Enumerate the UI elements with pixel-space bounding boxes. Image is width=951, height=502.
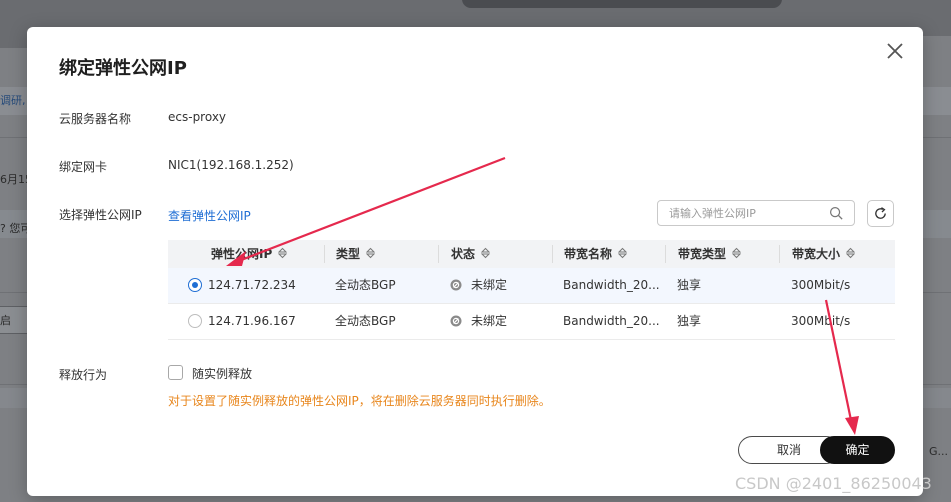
eip-table: 弹性公网IP 类型 状态 带宽名称 带宽类型 带宽大小 124.71.72.23…: [168, 240, 895, 340]
cell-type: 全动态BGP: [335, 278, 396, 292]
bind-eip-dialog: 绑定弹性公网IP 云服务器名称 ecs-proxy 绑定网卡 NIC1(192.…: [27, 27, 923, 496]
eip-search-box[interactable]: [657, 200, 855, 226]
sort-icon[interactable]: [365, 241, 376, 269]
background-icon: [920, 36, 951, 58]
column-header-ip[interactable]: 弹性公网IP: [211, 240, 288, 269]
nic-label: 绑定网卡: [59, 160, 108, 174]
confirm-button[interactable]: 确定: [820, 436, 895, 464]
cell-ip: 124.71.96.167: [208, 314, 296, 328]
server-name-value: ecs-proxy: [168, 110, 227, 124]
cell-status: 未绑定: [471, 278, 508, 292]
cell-bandwidth-name: Bandwidth_20...: [563, 314, 660, 328]
cell-type: 全动态BGP: [335, 314, 396, 328]
sort-icon[interactable]: [278, 241, 288, 269]
column-header-label: 状态: [451, 247, 476, 261]
cell-ip: 124.71.72.234: [208, 278, 296, 292]
column-header-bandwidth-type[interactable]: 带宽类型: [678, 240, 742, 269]
cell-status: 未绑定: [471, 314, 508, 328]
table-row[interactable]: 124.71.96.167 全动态BGP 未绑定 Bandwidth_20...…: [168, 304, 895, 340]
sort-icon[interactable]: [731, 241, 742, 269]
cell-bandwidth-size: 300Mbit/s: [791, 314, 851, 328]
eip-search-input[interactable]: [669, 205, 819, 221]
release-with-instance-checkbox[interactable]: [168, 365, 183, 380]
column-separator: [665, 245, 666, 263]
view-eip-link[interactable]: 查看弹性公网IP: [168, 207, 251, 224]
column-header-label: 带宽大小: [792, 247, 841, 261]
background-text-1: 调研,: [0, 94, 26, 107]
sort-icon[interactable]: [617, 241, 628, 269]
nic-value: NIC1(192.168.1.252): [168, 158, 294, 172]
column-separator: [324, 245, 325, 263]
background-text-5: G...: [929, 445, 949, 458]
column-header-type[interactable]: 类型: [336, 240, 376, 269]
search-icon[interactable]: [829, 206, 844, 221]
release-with-instance-label[interactable]: 随实例释放: [192, 365, 252, 382]
column-header-status[interactable]: 状态: [451, 240, 491, 269]
cell-bandwidth-name: Bandwidth_20...: [563, 278, 660, 292]
column-separator: [438, 245, 439, 263]
column-header-label: 带宽名称: [564, 247, 613, 261]
sort-icon[interactable]: [845, 241, 856, 269]
background-search-pill: [462, 0, 782, 8]
unbound-status-icon: [450, 279, 462, 291]
refresh-button[interactable]: [867, 200, 894, 227]
column-separator: [552, 245, 553, 263]
column-header-label: 类型: [336, 247, 361, 261]
column-header-bandwidth-size[interactable]: 带宽大小: [792, 240, 856, 269]
column-header-bandwidth-name[interactable]: 带宽名称: [564, 240, 628, 269]
column-separator: [779, 245, 780, 263]
cell-bandwidth-size: 300Mbit/s: [791, 278, 851, 292]
table-header: 弹性公网IP 类型 状态 带宽名称 带宽类型 带宽大小: [168, 240, 895, 268]
eip-select-label: 选择弹性公网IP: [59, 208, 142, 222]
table-row[interactable]: 124.71.72.234 全动态BGP 未绑定 Bandwidth_20...…: [168, 268, 895, 304]
server-name-label: 云服务器名称: [59, 112, 132, 126]
column-header-label: 带宽类型: [678, 247, 727, 261]
unbound-status-icon: [450, 315, 462, 327]
close-button[interactable]: [883, 39, 907, 63]
watermark: CSDN @2401_86250043: [735, 474, 932, 493]
dialog-title: 绑定弹性公网IP: [59, 58, 187, 79]
close-icon: [887, 43, 903, 59]
background-text-4: 启: [0, 314, 11, 327]
row-radio[interactable]: [188, 314, 202, 328]
refresh-icon: [875, 207, 886, 219]
row-radio[interactable]: [188, 278, 202, 292]
cell-bandwidth-type: 独享: [677, 278, 702, 292]
column-header-label: 弹性公网IP: [211, 247, 273, 261]
sort-icon[interactable]: [480, 241, 491, 269]
cell-bandwidth-type: 独享: [677, 314, 702, 328]
release-behavior-label: 释放行为: [59, 368, 108, 382]
release-warning-text: 对于设置了随实例释放的弹性公网IP，将在删除云服务器同时执行删除。: [168, 394, 551, 408]
